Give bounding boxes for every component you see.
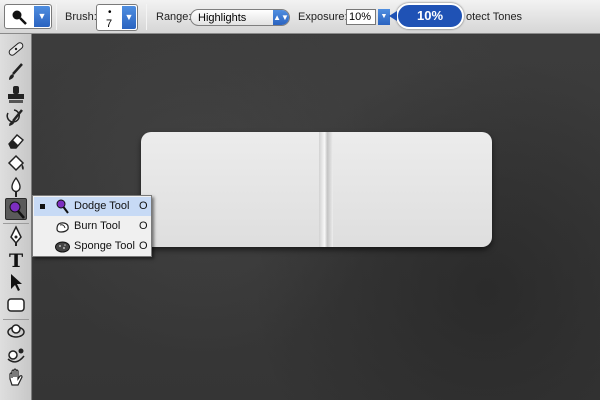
paint-bucket-icon[interactable] xyxy=(5,153,27,175)
brush-size: 7 xyxy=(106,18,113,30)
sticker-fold xyxy=(319,132,333,247)
dodge-preset-icon xyxy=(7,7,33,26)
type-glyph: T xyxy=(9,250,23,270)
brush-dot-icon: • xyxy=(108,7,112,18)
flyout-item-sponge-tool[interactable]: Sponge Tool O xyxy=(34,237,151,256)
hand-icon[interactable] xyxy=(5,367,27,389)
exposure-label: Exposure: xyxy=(298,11,348,23)
healing-brush-icon[interactable] xyxy=(5,38,27,60)
dodge-icon[interactable] xyxy=(5,198,27,220)
clone-stamp-icon[interactable] xyxy=(5,84,27,106)
white-label-sticker xyxy=(141,132,492,247)
preset-dropdown-arrow-icon[interactable]: ▼ xyxy=(34,6,50,27)
flyout-item-label: Burn Tool xyxy=(74,220,121,232)
flyout-item-burn-tool[interactable]: Burn Tool O xyxy=(34,217,151,236)
3d-orbit-icon[interactable] xyxy=(5,344,27,366)
flyout-item-label: Dodge Tool xyxy=(74,200,130,212)
3d-rotate-icon[interactable] xyxy=(5,321,27,343)
flyout-item-dodge-tool[interactable]: Dodge Tool O xyxy=(34,197,151,216)
pen-icon[interactable] xyxy=(5,225,27,247)
flyout-item-shortcut: O xyxy=(139,200,148,212)
history-brush-icon[interactable] xyxy=(5,107,27,129)
brush-picker[interactable]: • 7 ▼ xyxy=(96,4,138,31)
tool-preset-picker[interactable]: ▼ xyxy=(4,4,52,29)
eraser-icon[interactable] xyxy=(5,130,27,152)
path-selection-icon[interactable] xyxy=(5,271,27,293)
brush-label: Brush: xyxy=(65,11,97,23)
selected-bullet-icon xyxy=(40,204,45,209)
flyout-item-label: Sponge Tool xyxy=(74,240,135,252)
exposure-input[interactable]: 10% xyxy=(346,9,376,25)
toolbox-separator xyxy=(3,223,29,224)
dodge-icon xyxy=(54,198,71,215)
toolbar-separator xyxy=(146,4,147,30)
range-label: Range: xyxy=(156,11,192,23)
toolbar-separator xyxy=(56,4,57,30)
range-select[interactable]: Highlights ▲▼ xyxy=(190,9,290,26)
brush-dropdown-arrow-icon[interactable]: ▼ xyxy=(122,6,136,29)
range-value: Highlights xyxy=(198,12,247,24)
range-dropdown-arrow-icon[interactable]: ▲▼ xyxy=(273,10,289,25)
flyout-item-shortcut: O xyxy=(139,240,148,252)
blur-icon[interactable] xyxy=(5,176,27,198)
options-bar: ▼ Brush: • 7 ▼ Range: Highlights ▲▼ Expo… xyxy=(0,0,600,34)
toolbox: T xyxy=(0,34,32,400)
burn-icon xyxy=(54,218,71,235)
dodge-tool-flyout-menu: Dodge Tool O Burn Tool O Sponge Tool O xyxy=(32,195,152,257)
protect-tones-label[interactable]: otect Tones xyxy=(466,11,522,23)
sponge-icon xyxy=(54,238,71,255)
toolbox-separator xyxy=(3,319,29,320)
type-icon[interactable]: T xyxy=(5,248,27,270)
flyout-item-shortcut: O xyxy=(139,220,148,232)
shape-icon[interactable] xyxy=(5,294,27,316)
exposure-callout: 10% xyxy=(389,3,464,29)
brush-icon[interactable] xyxy=(5,61,27,83)
